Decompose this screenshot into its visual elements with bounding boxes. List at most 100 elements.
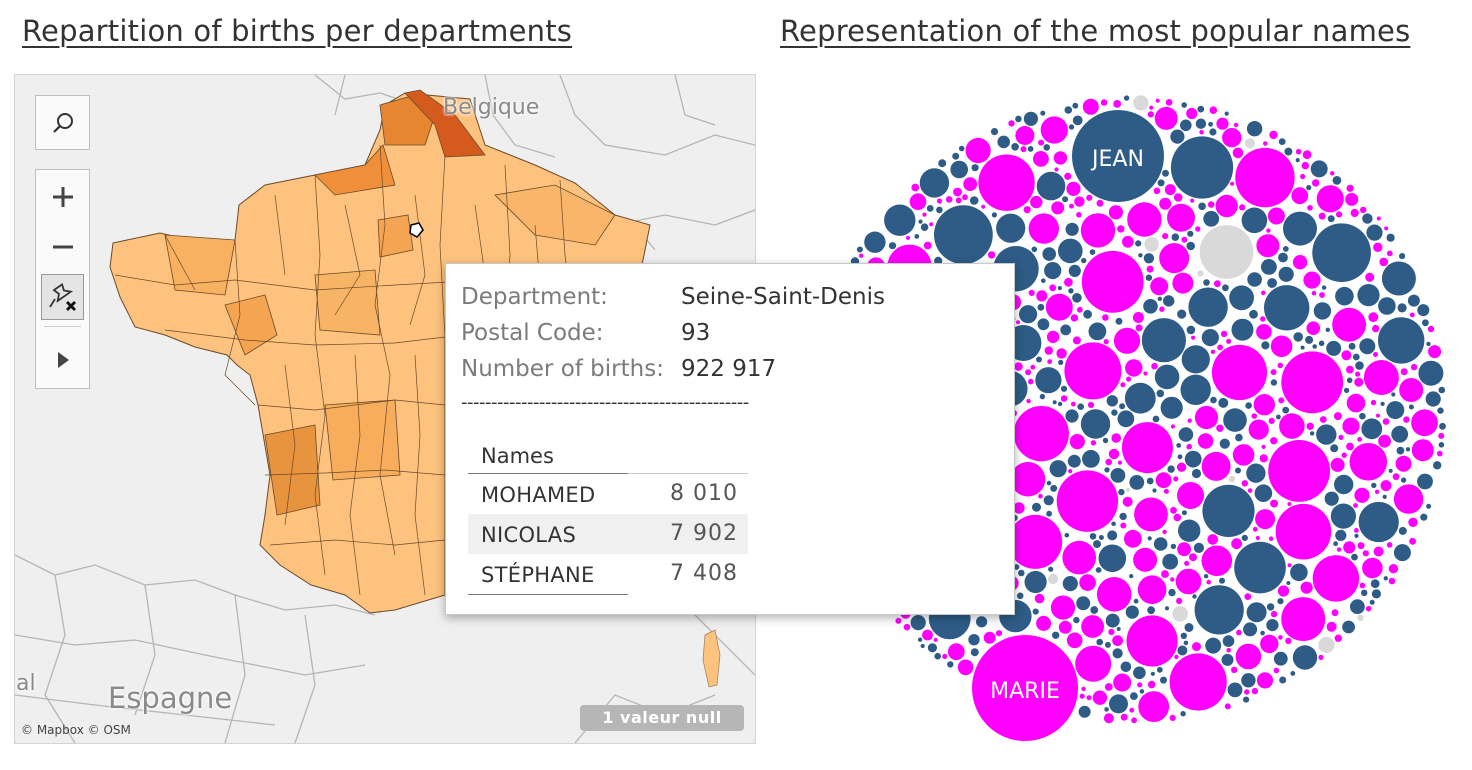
name-bubble-587[interactable] bbox=[1319, 416, 1327, 423]
name-bubble-386[interactable] bbox=[1177, 645, 1188, 656]
name-bubble-640[interactable] bbox=[1129, 574, 1134, 579]
name-bubble-809[interactable] bbox=[1086, 695, 1092, 701]
name-bubble-764[interactable] bbox=[1439, 422, 1446, 430]
name-bubble-651[interactable] bbox=[1341, 452, 1347, 458]
name-bubble-32[interactable] bbox=[1235, 147, 1295, 208]
name-bubble-139[interactable] bbox=[1241, 207, 1268, 234]
name-bubble-733[interactable] bbox=[952, 152, 960, 160]
name-bubble-483[interactable] bbox=[1373, 352, 1378, 357]
name-bubble-533[interactable] bbox=[1398, 526, 1407, 535]
name-bubble-30[interactable] bbox=[1312, 555, 1360, 602]
name-bubble-299[interactable] bbox=[1053, 151, 1068, 165]
name-bubble-354[interactable] bbox=[1014, 362, 1023, 371]
name-bubble-96[interactable] bbox=[1381, 261, 1416, 296]
name-bubble-442[interactable] bbox=[1266, 228, 1271, 233]
name-bubble-212[interactable] bbox=[1092, 690, 1108, 705]
name-bubble-175[interactable] bbox=[1066, 632, 1083, 649]
name-bubble-27[interactable] bbox=[1202, 484, 1255, 537]
name-bubble-135[interactable] bbox=[1215, 194, 1238, 218]
name-bubble-81[interactable] bbox=[1332, 307, 1366, 342]
name-bubble-382[interactable] bbox=[1373, 546, 1384, 557]
zoom-in-button[interactable] bbox=[36, 172, 89, 222]
name-bubble-435[interactable] bbox=[1327, 215, 1335, 223]
name-bubble-209[interactable] bbox=[1267, 278, 1277, 288]
name-bubble-431[interactable] bbox=[1168, 588, 1176, 597]
name-bubble-636[interactable] bbox=[1116, 627, 1121, 631]
name-bubble-182[interactable] bbox=[1032, 502, 1041, 512]
name-bubble-306[interactable] bbox=[1273, 651, 1288, 666]
name-bubble-574[interactable] bbox=[1270, 369, 1277, 376]
name-bubble-329[interactable] bbox=[1231, 538, 1242, 550]
name-bubble-271[interactable] bbox=[1159, 197, 1172, 210]
name-bubble-564[interactable] bbox=[1102, 314, 1109, 321]
name-bubble-293[interactable] bbox=[1259, 454, 1268, 463]
name-bubble-109[interactable] bbox=[1160, 396, 1183, 419]
name-bubble-244[interactable] bbox=[1088, 322, 1107, 341]
name-bubble-311[interactable] bbox=[1047, 573, 1059, 585]
name-bubble-295[interactable] bbox=[1256, 324, 1272, 340]
corsica[interactable] bbox=[702, 629, 721, 688]
name-bubble-70[interactable] bbox=[1045, 293, 1073, 321]
name-bubble-58[interactable] bbox=[1058, 238, 1083, 264]
name-bubble-691[interactable] bbox=[1104, 683, 1113, 691]
name-bubble-628[interactable] bbox=[1043, 144, 1050, 151]
name-bubble-501[interactable] bbox=[1162, 233, 1169, 240]
name-bubble-115[interactable] bbox=[1393, 484, 1424, 514]
name-bubble-222[interactable] bbox=[1192, 642, 1201, 652]
name-bubble-834[interactable] bbox=[1357, 542, 1365, 550]
name-bubble-121[interactable] bbox=[1081, 615, 1104, 638]
name-bubble-600[interactable] bbox=[1081, 686, 1086, 692]
name-bubble-711[interactable] bbox=[1312, 344, 1317, 349]
name-bubble-768[interactable] bbox=[1403, 416, 1410, 423]
name-bubble-61[interactable] bbox=[1098, 544, 1127, 573]
name-bubble-530[interactable] bbox=[1170, 424, 1175, 429]
name-bubble-339[interactable] bbox=[1170, 129, 1185, 144]
name-bubble-717[interactable] bbox=[1038, 493, 1043, 499]
name-bubble-278[interactable] bbox=[1391, 425, 1409, 443]
name-bubble-280[interactable] bbox=[1132, 312, 1144, 323]
name-bubble-410[interactable] bbox=[1041, 278, 1046, 283]
name-bubble-668[interactable] bbox=[1100, 99, 1108, 106]
name-bubble-750[interactable] bbox=[1203, 279, 1210, 286]
name-bubble-412[interactable] bbox=[856, 246, 863, 253]
name-bubble-575[interactable] bbox=[981, 204, 986, 209]
name-bubble-822[interactable] bbox=[1155, 98, 1160, 103]
null-value-badge[interactable]: 1 valeur null bbox=[580, 705, 744, 731]
name-bubble-409[interactable] bbox=[1261, 290, 1266, 296]
name-bubble-497[interactable] bbox=[1081, 257, 1087, 264]
name-bubble-485[interactable] bbox=[1077, 306, 1083, 313]
name-bubble-784[interactable] bbox=[1276, 414, 1281, 420]
name-bubble-630[interactable] bbox=[1030, 364, 1036, 370]
name-bubble-322[interactable] bbox=[1034, 593, 1045, 604]
name-bubble-820[interactable] bbox=[1120, 713, 1128, 721]
name-bubble-5[interactable] bbox=[1121, 422, 1173, 474]
name-bubble-808[interactable] bbox=[1117, 460, 1123, 465]
name-bubble-797[interactable] bbox=[1089, 533, 1097, 540]
name-bubble-229[interactable] bbox=[1378, 297, 1396, 315]
name-bubble-207[interactable] bbox=[1112, 648, 1123, 659]
name-bubble-440[interactable] bbox=[1305, 335, 1314, 344]
name-bubble-126[interactable] bbox=[1201, 545, 1233, 577]
name-bubble-48[interactable] bbox=[1127, 202, 1162, 237]
name-bubble-97[interactable] bbox=[1080, 213, 1116, 248]
name-bubble-218[interactable] bbox=[1036, 290, 1048, 302]
name-bubble-73[interactable] bbox=[1330, 503, 1356, 529]
name-bubble-163[interactable] bbox=[1380, 480, 1392, 492]
name-bubble-53[interactable] bbox=[1010, 461, 1046, 497]
name-bubble-601[interactable] bbox=[1333, 541, 1338, 547]
name-bubble-8[interactable] bbox=[1169, 653, 1227, 711]
name-bubble-563[interactable] bbox=[1087, 401, 1095, 408]
name-bubble-508[interactable] bbox=[1330, 444, 1339, 453]
name-bubble-549[interactable] bbox=[1060, 395, 1068, 402]
name-bubble-755[interactable] bbox=[1370, 399, 1377, 406]
name-bubble-835[interactable] bbox=[1120, 382, 1126, 388]
name-bubble-642[interactable] bbox=[911, 183, 920, 192]
name-bubble-63[interactable] bbox=[1357, 284, 1380, 307]
name-bubble-230[interactable] bbox=[1395, 455, 1412, 472]
name-bubble-404[interactable] bbox=[1270, 437, 1278, 445]
name-bubble-569[interactable] bbox=[1371, 482, 1377, 489]
name-bubble-340[interactable] bbox=[1133, 666, 1146, 680]
name-bubble-288[interactable] bbox=[1313, 302, 1332, 320]
name-bubble-414[interactable] bbox=[1321, 285, 1327, 290]
name-bubble-352[interactable] bbox=[1345, 192, 1359, 206]
